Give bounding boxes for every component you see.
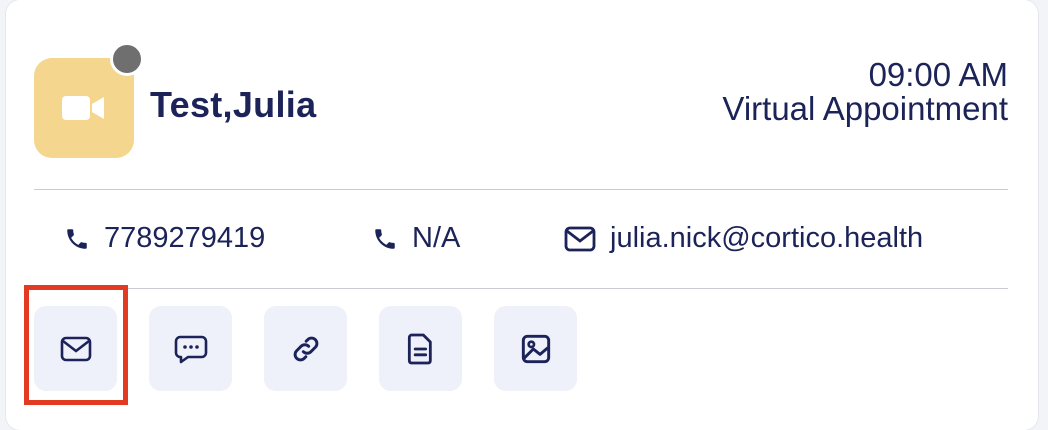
divider [34, 288, 1008, 289]
status-indicator [110, 42, 144, 76]
video-camera-icon [62, 96, 104, 120]
send-email-button[interactable] [34, 306, 117, 391]
primary-phone-number: 7789279419 [104, 222, 266, 254]
patient-name[interactable]: Test,Julia [150, 84, 316, 126]
primary-phone[interactable]: 7789279419 [64, 222, 265, 255]
send-message-button[interactable] [149, 306, 232, 391]
phone-icon [67, 228, 87, 249]
divider [34, 189, 1008, 190]
mail-icon [60, 336, 91, 361]
link-icon [293, 336, 318, 361]
photos-button[interactable] [494, 306, 577, 391]
message-icon [174, 335, 207, 363]
image-icon [521, 334, 550, 363]
email-contact[interactable]: julia.nick@cortico.health [564, 222, 923, 255]
secondary-phone[interactable]: N/A [372, 222, 460, 255]
appointment-type: Virtual Appointment [722, 90, 1008, 127]
email-address: julia.nick@cortico.health [610, 222, 924, 254]
appointment-time: 09:00 AM [868, 56, 1008, 93]
document-icon [407, 333, 432, 364]
mail-icon [564, 226, 596, 251]
secondary-phone-number: N/A [412, 222, 461, 254]
action-toolbar [34, 306, 577, 391]
copy-link-button[interactable] [264, 306, 347, 391]
appointment-time-block: 09:00 AM Virtual Appointment [722, 58, 1008, 126]
forms-button[interactable] [379, 306, 462, 391]
phone-icon [375, 228, 395, 249]
